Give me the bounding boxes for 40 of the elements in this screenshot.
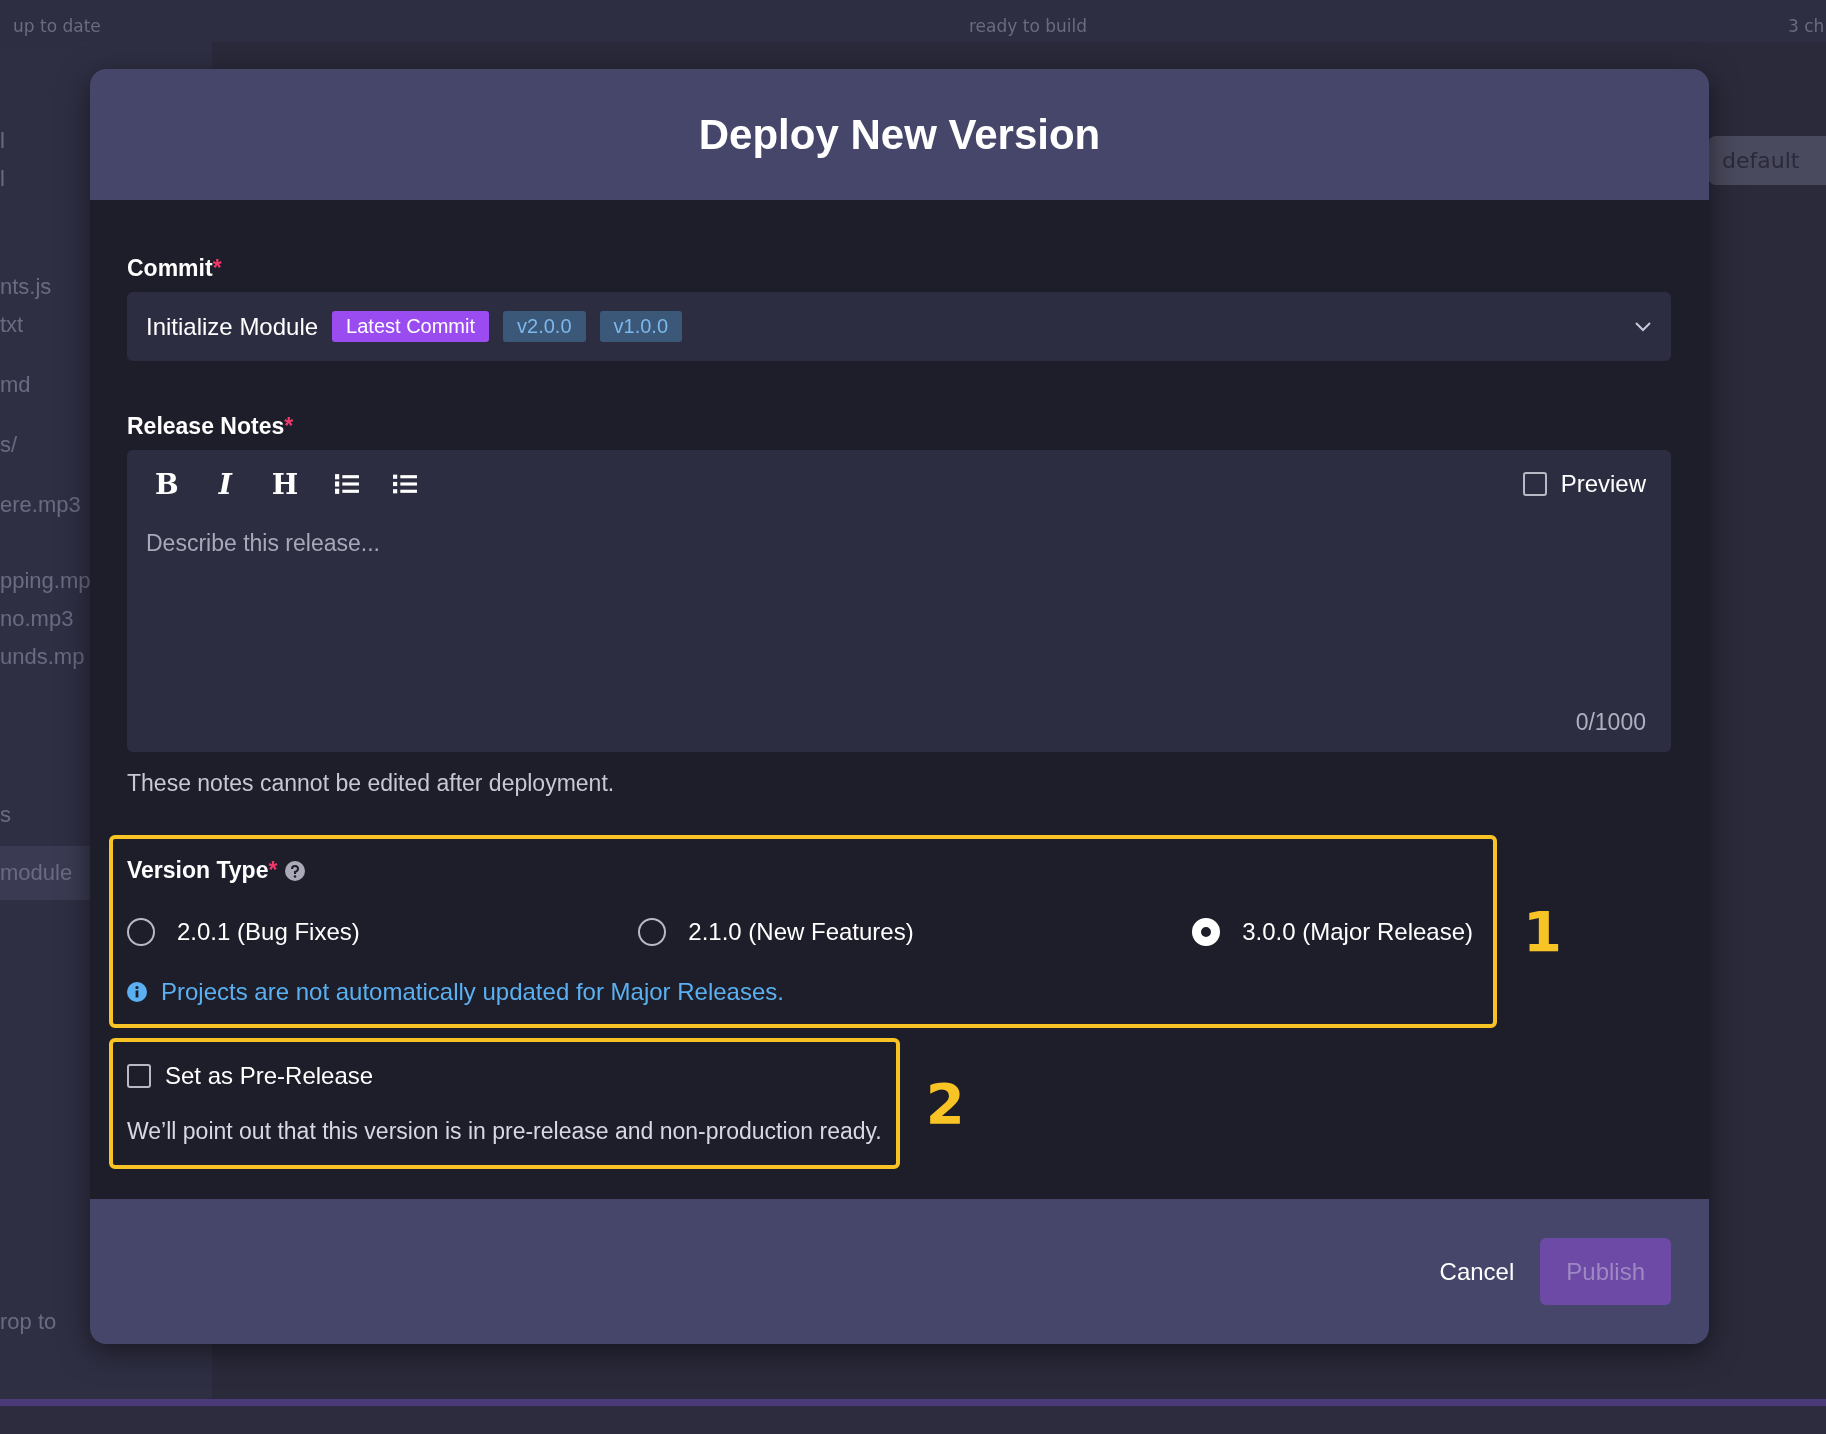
bullet-list-icon: [392, 473, 419, 495]
status-text: up to date: [12, 16, 102, 38]
commit-select[interactable]: Initialize Module Latest Commit v2.0.0 v1.0.0: [127, 292, 1671, 361]
commit-tag: v2.0.0: [503, 311, 586, 342]
callout-number: 2: [925, 1071, 965, 1136]
pre-release-checkbox[interactable]: [127, 1064, 151, 1088]
drop-hint: rop to: [0, 1309, 58, 1335]
callout-number: 1: [1523, 899, 1562, 964]
radio-label: 3.0.0 (Major Release): [1242, 918, 1473, 946]
preview-checkbox[interactable]: [1522, 472, 1547, 496]
checkbox-label: Preview: [1560, 470, 1646, 498]
description-text: We’ll point out that this version is in pre-release and non-production ready.: [127, 1118, 882, 1145]
heading-button[interactable]: H: [259, 464, 311, 504]
radio-button[interactable]: [638, 918, 667, 946]
info-icon: [127, 982, 147, 1002]
info-text: Projects are not automatically updated for Major Releases.: [161, 978, 784, 1006]
required-mark: *: [268, 857, 278, 883]
status-text: 3 ch: [1788, 16, 1826, 38]
character-counter: 0/1000: [1575, 709, 1646, 736]
checkbox-label: Set as Pre-Release: [165, 1062, 374, 1090]
dialog-title: Deploy New Version: [698, 110, 1101, 159]
status-text: ready to build: [969, 16, 1087, 36]
numbered-list-icon: [334, 473, 361, 495]
radio-label: 2.0.1 (Bug Fixes): [177, 918, 360, 946]
chevron-down-icon: [1634, 321, 1652, 332]
field-label: Version Type*: [127, 857, 278, 884]
field-label: Commit*: [127, 255, 222, 282]
required-mark: *: [284, 413, 294, 439]
release-notes-editor[interactable]: B I H Preview Describe this release... 0/1000: [127, 450, 1671, 752]
help-icon: [285, 860, 306, 881]
field-label: Release Notes*: [127, 413, 294, 440]
commit-tag: v1.0.0: [599, 311, 682, 342]
italic-button[interactable]: I: [206, 464, 244, 504]
radio-button[interactable]: [127, 918, 155, 946]
required-mark: *: [212, 255, 222, 281]
hint-text: These notes cannot be edited after deployment.: [127, 770, 615, 797]
cancel-button[interactable]: Cancel: [1439, 1247, 1515, 1296]
radio-label: 2.1.0 (New Features): [688, 918, 914, 946]
commit-tag: Latest Commit: [332, 311, 490, 342]
bold-button[interactable]: B: [143, 464, 191, 504]
